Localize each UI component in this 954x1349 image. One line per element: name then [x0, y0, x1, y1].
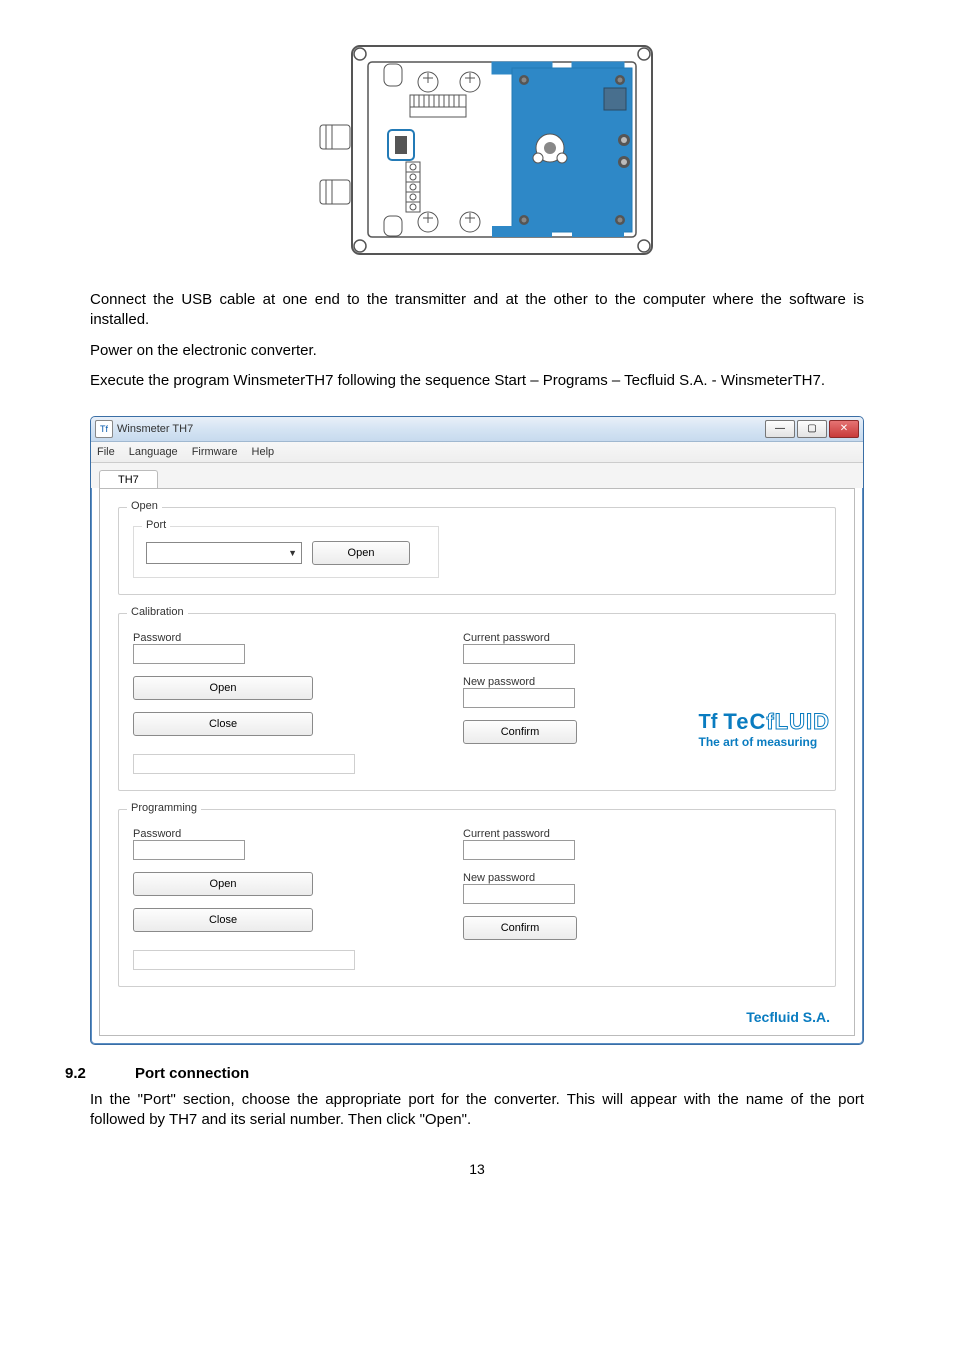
- menu-file[interactable]: File: [97, 446, 115, 458]
- calibration-open-button[interactable]: Open: [133, 676, 313, 700]
- tf-icon: Tf: [699, 711, 718, 734]
- group-open-legend: Open: [127, 500, 162, 512]
- calibration-current-pw-label: Current password: [463, 632, 821, 644]
- programming-new-pw-input[interactable]: [463, 884, 575, 904]
- transmitter-svg: [292, 40, 662, 260]
- programming-password-input[interactable]: [133, 840, 245, 860]
- section-title: Port connection: [135, 1065, 249, 1082]
- close-button[interactable]: ✕: [829, 420, 859, 438]
- group-port-legend: Port: [142, 519, 170, 531]
- calibration-status: [133, 754, 355, 774]
- section-paragraph: In the "Port" section, choose the approp…: [60, 1090, 894, 1131]
- group-programming: Programming Password Open Close: [118, 809, 836, 987]
- tab-th7[interactable]: TH7: [99, 470, 158, 489]
- programming-current-pw-label: Current password: [463, 828, 821, 840]
- menu-bar: File Language Firmware Help: [91, 442, 863, 463]
- brand-tec: TeC: [723, 709, 766, 734]
- group-open: Open Port ▼ Open: [118, 507, 836, 595]
- company-name: Tecfluid S.A.: [746, 1009, 830, 1025]
- calibration-current-pw-input[interactable]: [463, 644, 575, 664]
- app-screenshot: Tf Winsmeter TH7 — ▢ ✕ File Language Fir…: [90, 416, 864, 1045]
- port-combobox[interactable]: ▼: [146, 542, 302, 564]
- device-illustration: [60, 40, 894, 260]
- menu-language[interactable]: Language: [129, 446, 178, 458]
- page-number: 13: [60, 1161, 894, 1177]
- calibration-confirm-button[interactable]: Confirm: [463, 720, 577, 744]
- brand-fluid: fLUID: [766, 709, 830, 734]
- group-programming-legend: Programming: [127, 802, 201, 814]
- menu-help[interactable]: Help: [252, 446, 275, 458]
- calibration-new-pw-input[interactable]: [463, 688, 575, 708]
- group-calibration: Calibration Password Open Close: [118, 613, 836, 791]
- calibration-password-input[interactable]: [133, 644, 245, 664]
- calibration-new-pw-label: New password: [463, 676, 821, 688]
- maximize-button[interactable]: ▢: [797, 420, 827, 438]
- calibration-password-label: Password: [133, 632, 313, 644]
- programming-confirm-button[interactable]: Confirm: [463, 916, 577, 940]
- paragraph-2: Power on the electronic converter.: [60, 341, 894, 361]
- programming-close-button[interactable]: Close: [133, 908, 313, 932]
- programming-password-label: Password: [133, 828, 313, 840]
- programming-new-pw-label: New password: [463, 872, 821, 884]
- open-port-button[interactable]: Open: [312, 541, 410, 565]
- brand-tagline: The art of measuring: [699, 735, 830, 749]
- programming-current-pw-input[interactable]: [463, 840, 575, 860]
- paragraph-1: Connect the USB cable at one end to the …: [60, 290, 894, 331]
- group-port: Port ▼ Open: [133, 526, 439, 578]
- group-calibration-legend: Calibration: [127, 606, 188, 618]
- chevron-down-icon: ▼: [288, 548, 297, 558]
- section-number: 9.2: [65, 1065, 105, 1082]
- menu-firmware[interactable]: Firmware: [192, 446, 238, 458]
- brand-logo: Tf TeCfLUID The art of measuring: [699, 709, 830, 749]
- app-icon: Tf: [95, 420, 113, 438]
- titlebar[interactable]: Tf Winsmeter TH7 — ▢ ✕: [91, 417, 863, 442]
- programming-open-button[interactable]: Open: [133, 872, 313, 896]
- programming-status: [133, 950, 355, 970]
- paragraph-3: Execute the program WinsmeterTH7 followi…: [60, 371, 894, 391]
- window-title: Winsmeter TH7: [117, 423, 765, 435]
- calibration-close-button[interactable]: Close: [133, 712, 313, 736]
- minimize-button[interactable]: —: [765, 420, 795, 438]
